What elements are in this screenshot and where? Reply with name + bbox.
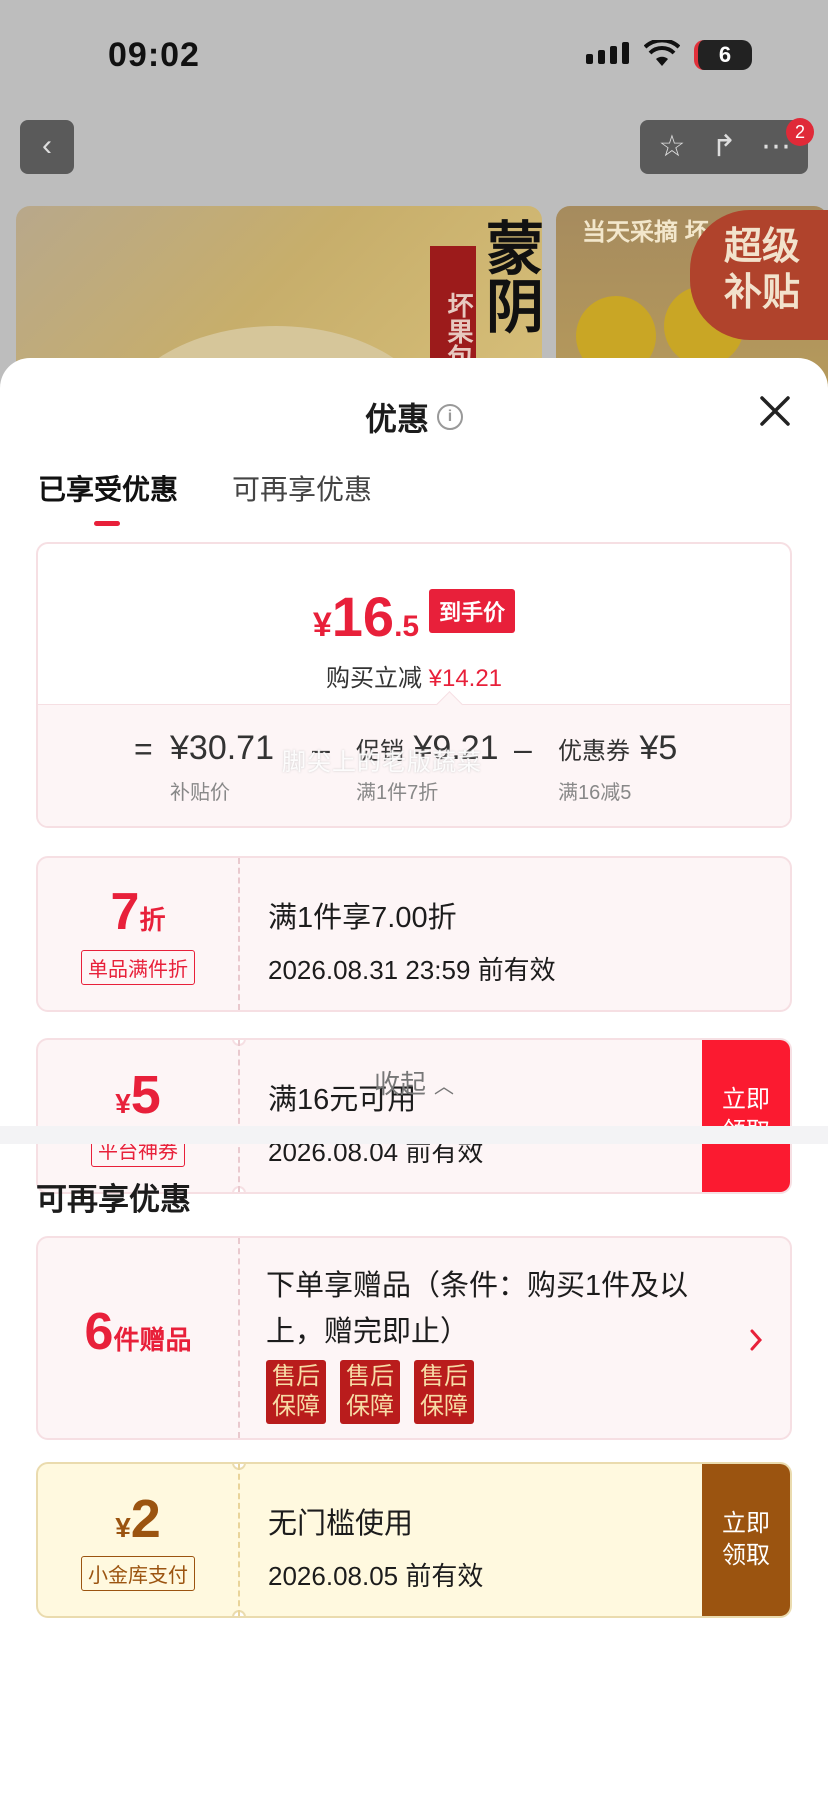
formula-coupon-prefix: 优惠券 <box>558 738 630 765</box>
gift-count-number: 6 <box>84 1303 114 1361</box>
discount-tabs: 已享受优惠 可再享优惠 <box>38 468 372 526</box>
super-subsidy-badge: 超级 补贴 <box>690 210 828 340</box>
sheet-title-text: 优惠 <box>364 401 429 437</box>
notification-badge: 2 <box>786 118 814 146</box>
discount-sheet: 优惠 i 已享受优惠 可再享优惠 ¥16.5 到手价 购买立减 ¥14.21 = ¥… <box>0 358 828 1795</box>
coupon-left: ¥5 平台神券 <box>38 1040 240 1192</box>
instant-discount-label: 购买立减 <box>325 665 422 692</box>
formula-subsidy-value: ¥30.71 <box>170 729 274 767</box>
coupon-type-label: 小金库支付 <box>81 1556 195 1591</box>
equals-sign: = <box>134 731 153 767</box>
formula-item-coupon: 优惠券 ¥5 满16减5 <box>558 729 677 805</box>
final-price-currency: ¥ <box>312 606 332 644</box>
final-price-tag: 到手价 <box>429 589 516 633</box>
coupon-card-discount[interactable]: 7折 单品满件折 满1件享7.00折 2026.08.31 23:59 前有效 <box>36 856 792 1012</box>
coupon-value-number: 7 <box>110 883 140 941</box>
status-bar: 09:02 6 <box>0 0 828 110</box>
banner-secondary-text: 当天采摘 坏 <box>582 219 709 246</box>
coupon-title: 满1件享7.00折 <box>268 902 457 934</box>
formula-item-subsidy: ¥30.71 补贴价 <box>170 729 274 805</box>
coupon-card-wallet[interactable]: ¥2 小金库支付 无门槛使用 2026.08.05 前有效 立即领取 <box>36 1462 792 1618</box>
coupon-right: 无门槛使用 2026.08.05 前有效 <box>268 1500 483 1593</box>
after-sales-tag: 售后保障 <box>266 1360 326 1424</box>
gift-tags: 售后保障 售后保障 售后保障 <box>266 1360 688 1424</box>
formula-coupon-main: 优惠券 ¥5 <box>558 729 677 768</box>
collapse-button[interactable]: 收起 ︿ <box>0 1064 828 1101</box>
coupon-expiry: 2026.08.05 前有效 <box>268 1561 484 1591</box>
gift-title-line-2: 上，赠完即止） <box>266 1316 470 1348</box>
instant-discount-value: ¥14.21 <box>428 665 503 692</box>
watermark: 脚尖上的老版蔬菜 <box>282 749 482 776</box>
coupon-card-platform[interactable]: ¥5 平台神券 满16元可用 2026.08.04 前有效 立即领取 <box>36 1038 792 1194</box>
price-summary-card: ¥16.5 到手价 购买立减 ¥14.21 = ¥30.71 补贴价 – 促销 ¥… <box>36 542 792 828</box>
coupon-expiry: 2026.08.31 23:59 前有效 <box>268 955 556 985</box>
gift-title-line-1: 下单享赠品（条件：购买1件及以 <box>266 1270 689 1302</box>
tab-enjoyed[interactable]: 已享受优惠 <box>38 468 178 526</box>
collapse-label: 收起 <box>373 1069 426 1099</box>
info-icon[interactable]: i <box>437 404 463 430</box>
subsidy-line-1: 超级 <box>724 226 801 268</box>
sheet-header: 优惠 i <box>0 358 828 458</box>
coupon-left: ¥2 小金库支付 <box>38 1464 240 1616</box>
after-sales-tag: 售后保障 <box>414 1360 474 1424</box>
sheet-title: 优惠 i <box>0 394 828 440</box>
wifi-icon <box>644 40 680 66</box>
claim-button-label: 立即领取 <box>722 1510 770 1569</box>
final-price-integer: 16 <box>331 585 395 648</box>
formula-promo-label: 满1件7折 <box>356 782 439 804</box>
status-time: 09:02 <box>108 36 200 74</box>
coupon-value-number: 2 <box>130 1489 161 1549</box>
more-offers-title: 可再享优惠 <box>36 1182 191 1217</box>
cellular-signal-icon <box>586 42 629 64</box>
coupon-value: 7折 <box>38 882 238 942</box>
share-icon[interactable]: ↱ <box>704 127 744 167</box>
coupon-right: 满1件享7.00折 2026.08.31 23:59 前有效 <box>268 894 556 987</box>
coupon-value: ¥2 <box>38 1488 238 1550</box>
chevron-right-icon <box>750 1329 763 1351</box>
final-price-decimal: .5 <box>394 610 420 643</box>
back-button[interactable]: ‹ <box>20 120 74 174</box>
coupon-value-prefix: ¥ <box>115 1512 131 1543</box>
gift-count: 6件赠品 <box>38 1302 238 1362</box>
gift-left: 6件赠品 <box>38 1238 240 1438</box>
instant-discount: 购买立减 ¥14.21 <box>38 658 790 693</box>
battery-indicator: 6 <box>694 40 752 70</box>
formula-coupon-value: ¥5 <box>639 729 678 767</box>
final-price: ¥16.5 到手价 <box>38 584 790 649</box>
formula-coupon-label: 满16减5 <box>558 782 632 804</box>
background-product-page: 09:02 6 ‹ ☆ ↱ ⋯ 2 坏果包赔 蒙阴 当天采摘 坏 超级 补贴 <box>0 0 828 400</box>
coupon-left: 7折 单品满件折 <box>38 858 240 1010</box>
price-summary-top: ¥16.5 到手价 购买立减 ¥14.21 <box>38 544 790 704</box>
favorite-star-icon[interactable]: ☆ <box>652 127 692 167</box>
tab-more-available[interactable]: 可再享优惠 <box>232 468 372 526</box>
claim-coupon-button[interactable]: 立即领取 <box>702 1464 790 1616</box>
coupon-type-label: 单品满件折 <box>81 950 195 985</box>
nav-action-group: ☆ ↱ ⋯ <box>640 120 808 174</box>
close-icon[interactable] <box>758 394 792 428</box>
gift-count-suffix: 件赠品 <box>113 1325 192 1355</box>
formula-subsidy-label: 补贴价 <box>170 782 230 804</box>
coupon-title: 无门槛使用 <box>268 1508 414 1540</box>
section-divider <box>0 1126 828 1144</box>
claim-coupon-button[interactable]: 立即领取 <box>702 1040 790 1192</box>
banner-big-text: 蒙阴 <box>477 218 542 334</box>
gift-right: 下单享赠品（条件：购买1件及以 上，赠完即止） 售后保障 售后保障 售后保障 <box>266 1262 688 1424</box>
coupon-value-suffix: 折 <box>139 905 166 935</box>
after-sales-tag: 售后保障 <box>340 1360 400 1424</box>
gift-offer-card[interactable]: 6件赠品 下单享赠品（条件：购买1件及以 上，赠完即止） 售后保障 售后保障 售… <box>36 1236 792 1440</box>
chevron-up-icon: ︿ <box>434 1076 454 1098</box>
minus-sign: – <box>514 731 532 767</box>
subsidy-line-2: 补贴 <box>724 272 801 314</box>
